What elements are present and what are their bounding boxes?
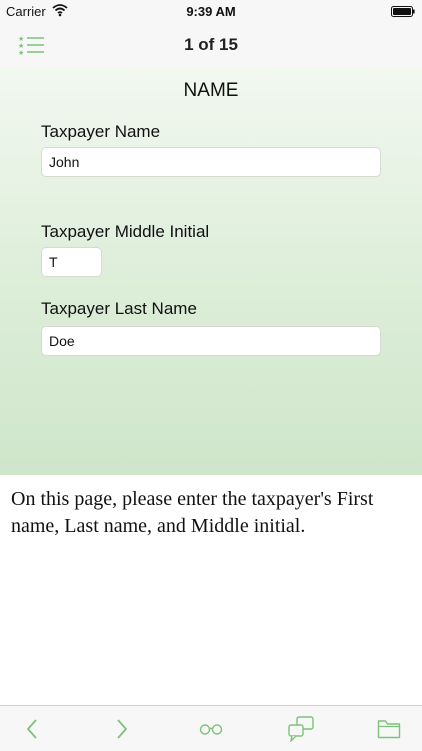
taxpayer-name-label: Taxpayer Name xyxy=(41,122,161,141)
status-bar: Carrier 9:39 AM xyxy=(0,0,422,22)
chat-bubbles-icon[interactable] xyxy=(286,706,316,751)
forward-arrow-icon[interactable] xyxy=(110,706,134,751)
taxpayer-last-name-input[interactable] xyxy=(41,326,381,356)
back-arrow-icon[interactable] xyxy=(20,706,44,751)
clock-time: 9:39 AM xyxy=(186,4,236,19)
navigation-bar: ★ ★ ★ 1 of 15 xyxy=(0,22,422,67)
section-title: NAME xyxy=(183,80,239,101)
taxpayer-middle-initial-input[interactable] xyxy=(41,247,102,277)
form-panel: NAME Taxpayer Name Taxpayer Middle Initi… xyxy=(0,67,422,475)
bottom-toolbar xyxy=(0,705,422,751)
battery-icon xyxy=(391,5,415,17)
help-text: On this page, please enter the taxpayer'… xyxy=(11,488,374,537)
glasses-icon[interactable] xyxy=(198,706,224,751)
taxpayer-name-input[interactable] xyxy=(41,147,381,177)
taxpayer-middle-initial-label: Taxpayer Middle Initial xyxy=(41,222,210,241)
folder-icon[interactable] xyxy=(376,706,402,751)
page-counter-title: 1 of 15 xyxy=(184,35,238,54)
taxpayer-last-name-label: Taxpayer Last Name xyxy=(41,299,197,318)
